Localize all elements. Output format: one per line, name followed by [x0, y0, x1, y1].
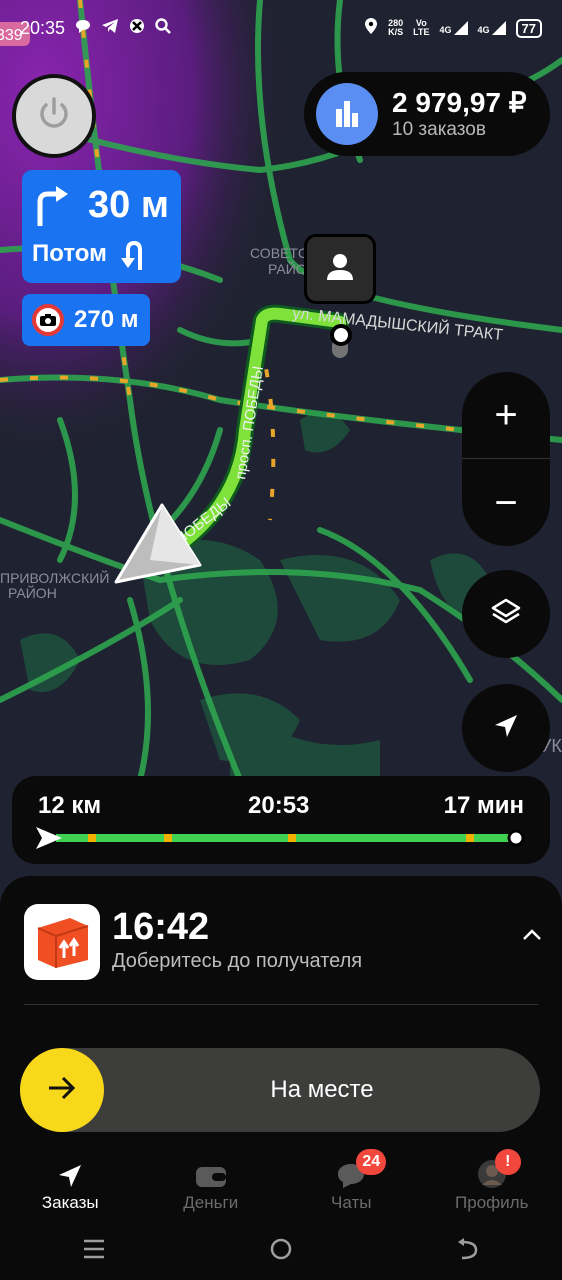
power-button[interactable] — [12, 74, 96, 158]
district-label-privolzh-2: РАЙОН — [8, 584, 57, 601]
zoom-out-button[interactable]: − — [462, 460, 550, 546]
navigation-arrow-icon — [493, 713, 519, 744]
nav-chats[interactable]: 24 Чаты — [281, 1146, 422, 1222]
nav-orders[interactable]: Заказы — [0, 1146, 141, 1222]
volte-indicator: Vo LTE — [413, 18, 430, 37]
maneuver-panel[interactable]: 30 м Потом — [22, 170, 181, 283]
divider — [24, 1004, 538, 1005]
arrow-right-icon — [47, 1076, 77, 1105]
order-panel: 16:42 Доберитесь до получателя На месте — [0, 876, 562, 1146]
telegram-icon — [101, 18, 119, 39]
status-time: 20:35 — [20, 17, 66, 38]
network-speed: 280 K/S — [388, 18, 404, 37]
nav-orders-label: Заказы — [41, 1193, 99, 1212]
nav-profile-label: Профиль — [455, 1193, 529, 1212]
chat-bubble-icon: 24 — [336, 1149, 387, 1189]
route-end-marker — [330, 324, 352, 358]
earnings-amount: 2 979,97 ₽ — [392, 87, 527, 118]
profile-badge: ! — [494, 1149, 521, 1175]
camera-icon — [32, 304, 64, 336]
person-icon — [325, 252, 355, 287]
layers-button[interactable] — [462, 570, 550, 658]
app-icon — [129, 18, 145, 39]
earnings-widget[interactable]: 2 979,97 ₽ 10 заказов — [304, 72, 550, 156]
back-icon[interactable] — [456, 1237, 480, 1265]
order-time: 16:42 — [112, 906, 210, 948]
u-turn-icon — [120, 240, 146, 275]
arrival-time: 20:53 — [248, 792, 310, 819]
avatar-icon: ! — [477, 1149, 521, 1189]
home-icon[interactable] — [269, 1237, 293, 1266]
power-icon — [35, 95, 73, 138]
chevron-up-icon[interactable] — [522, 928, 542, 946]
order-subtitle: Доберитесь до получателя — [112, 950, 363, 972]
status-bar: 20:35 280 K/S Vo LTE 4G 4G 77 — [0, 0, 562, 56]
zoom-control: + − — [462, 372, 550, 546]
wallet-icon — [194, 1155, 228, 1189]
navigation-arrow-icon — [57, 1155, 83, 1189]
orders-count: 10 заказов — [392, 119, 486, 140]
signal-icon: 4G — [440, 21, 468, 35]
then-label: Потом — [32, 240, 107, 267]
bottom-navigation: Заказы Деньги 24 Чаты ! Профиль — [0, 1146, 562, 1222]
battery-icon: 77 — [515, 18, 542, 38]
progress-bar — [36, 827, 525, 849]
layers-icon — [491, 597, 521, 632]
system-navigation — [0, 1222, 562, 1280]
location-icon — [364, 17, 378, 40]
maneuver-distance: 30 м — [88, 184, 169, 226]
arrived-slider[interactable]: На месте — [20, 1048, 540, 1132]
zoom-in-button[interactable]: + — [462, 372, 550, 458]
signal-icon-2: 4G — [478, 21, 506, 35]
turn-right-icon — [34, 184, 70, 231]
locate-me-button[interactable] — [462, 684, 550, 772]
district-label-privolzh: ПРИВОЛЖСКИЙ — [0, 569, 109, 586]
nav-chats-label: Чаты — [331, 1193, 372, 1212]
route-distance: 12 км — [38, 792, 102, 819]
chats-badge: 24 — [356, 1149, 387, 1175]
nav-profile[interactable]: ! Профиль — [422, 1146, 562, 1222]
speed-camera-panel: 270 м — [22, 294, 150, 346]
nav-money[interactable]: Деньги — [141, 1146, 282, 1222]
package-box-icon — [24, 904, 100, 980]
stats-bars-icon — [316, 83, 378, 145]
nav-money-label: Деньги — [183, 1193, 239, 1212]
route-progress[interactable]: 12 км 20:53 17 мин — [12, 776, 550, 864]
slider-label: На месте — [270, 1076, 374, 1103]
menu-icon[interactable] — [82, 1238, 106, 1265]
recipient-pin[interactable] — [304, 234, 376, 304]
search-icon — [155, 17, 171, 39]
camera-distance: 270 м — [74, 306, 139, 333]
slider-knob[interactable] — [20, 1048, 104, 1132]
route-duration: 17 мин — [443, 792, 524, 819]
chat-bubble-icon — [75, 18, 91, 39]
